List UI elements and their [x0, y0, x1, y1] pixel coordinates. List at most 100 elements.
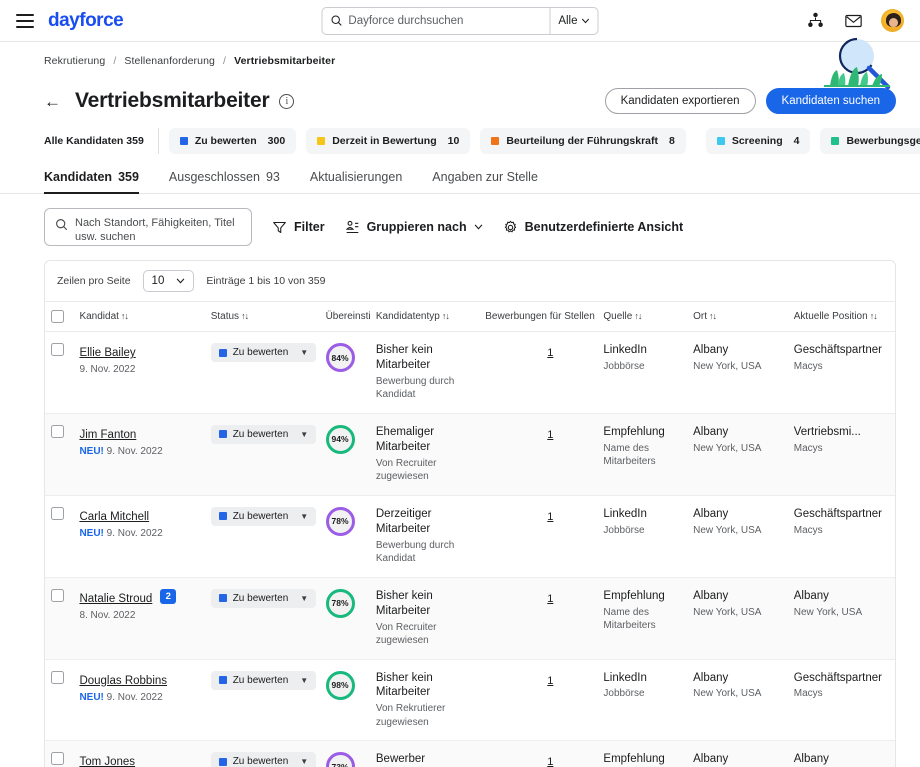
chevron-down-icon: ▼	[300, 594, 308, 603]
applications-count-link[interactable]: 1	[547, 511, 553, 523]
source-name: LinkedIn	[603, 507, 681, 522]
pipeline-stage-5[interactable]: Bewerbungsgespräch5	[820, 128, 920, 154]
current-employer: Macys	[794, 524, 889, 538]
row-checkbox[interactable]	[51, 425, 64, 438]
stage-color-swatch	[180, 137, 188, 145]
column-header-kandidat[interactable]: Kandidat↑↓	[73, 302, 204, 332]
rows-per-page-select[interactable]: 10	[143, 270, 195, 292]
breadcrumb-item-1[interactable]: Stellenanforderung	[124, 55, 215, 67]
table-header: Kandidat↑↓ Status↑↓ Übereinstimr Kandida…	[45, 302, 895, 332]
match-score-ring: 73%	[326, 752, 355, 767]
candidate-name-link[interactable]: Jim Fanton	[79, 429, 136, 441]
table-row[interactable]: Ellie Bailey9. Nov. 2022Zu bewerten▼84%B…	[45, 332, 895, 414]
status-color-swatch	[219, 758, 227, 766]
applications-count-link[interactable]: 1	[547, 593, 553, 605]
applications-count-link[interactable]: 1	[547, 675, 553, 687]
candidate-type-sub: Von Recruiter zugewiesen	[376, 621, 473, 648]
column-header-bewerbungen[interactable]: Bewerbungen für Stellen↑↓	[479, 302, 597, 332]
applications-count-link[interactable]: 1	[547, 429, 553, 441]
tab-kandidaten[interactable]: Kandidaten359	[44, 170, 139, 193]
table-row[interactable]: Tom Jones8. Nov. 2022Zu bewerten▼73%Bewe…	[45, 741, 895, 767]
candidate-name-link[interactable]: Tom Jones	[79, 756, 135, 767]
pipeline-stage-2[interactable]: Derzeit in Bewertung10	[306, 128, 470, 154]
column-label: Aktuelle Position	[794, 311, 868, 322]
location-search[interactable]: Nach Standort, Fähigkeiten, Titel usw. s…	[44, 208, 252, 246]
source-sub: Jobbörse	[603, 360, 681, 374]
tab-angaben-zur-stelle[interactable]: Angaben zur Stelle	[432, 170, 538, 193]
hamburger-menu-icon[interactable]	[16, 14, 34, 28]
status-dropdown[interactable]: Zu bewerten▼	[211, 425, 317, 444]
pipeline-stage-4[interactable]: Screening4	[706, 128, 811, 154]
tab-ausgeschlossen[interactable]: Ausgeschlossen93	[169, 170, 280, 193]
row-checkbox[interactable]	[51, 343, 64, 356]
pipeline-stage-3[interactable]: Beurteilung der Führungskraft8	[480, 128, 686, 154]
dayforce-logo[interactable]: dayforce	[48, 10, 123, 32]
candidate-name-link[interactable]: Carla Mitchell	[79, 511, 149, 523]
column-header-quelle[interactable]: Quelle↑↓	[597, 302, 687, 332]
entries-range-label: Einträge 1 bis 10 von 359	[206, 275, 325, 287]
location-city: Albany	[693, 752, 782, 767]
tab-aktualisierungen[interactable]: Aktualisierungen	[310, 170, 402, 193]
status-dropdown[interactable]: Zu bewerten▼	[211, 343, 317, 362]
match-score-cell: 73%	[320, 741, 370, 767]
pipeline-all-candidates[interactable]: Alle Kandidaten 359	[44, 128, 159, 154]
sort-icon: ↑↓	[442, 311, 449, 321]
location-region: New York, USA	[693, 687, 782, 701]
column-header-uebereinstimmung[interactable]: Übereinstimr	[320, 302, 370, 332]
status-dropdown[interactable]: Zu bewerten▼	[211, 507, 317, 526]
chevron-down-icon: ▼	[300, 430, 308, 439]
column-header-ort[interactable]: Ort↑↓	[687, 302, 788, 332]
pipeline-all-count: 359	[126, 135, 144, 147]
row-checkbox[interactable]	[51, 589, 64, 602]
select-all-checkbox[interactable]	[51, 310, 64, 323]
global-search-field[interactable]	[323, 8, 550, 34]
current-employer: Macys	[794, 360, 889, 374]
back-button[interactable]: ←	[44, 93, 61, 110]
applications-count-link[interactable]: 1	[547, 756, 553, 767]
breadcrumb-item-0[interactable]: Rekrutierung	[44, 55, 105, 67]
table-row[interactable]: Carla MitchellNEU! 9. Nov. 2022Zu bewert…	[45, 495, 895, 577]
candidate-name-link[interactable]: Natalie Stroud	[79, 593, 152, 605]
status-dropdown[interactable]: Zu bewerten▼	[211, 589, 317, 608]
applications-cell: 1	[479, 495, 597, 577]
column-header-status[interactable]: Status↑↓	[205, 302, 320, 332]
candidate-type: Bisher kein Mitarbeiter	[376, 589, 473, 619]
stage-color-swatch	[717, 137, 725, 145]
user-avatar[interactable]	[881, 9, 904, 32]
candidate-type-cell: Bisher kein MitarbeiterVon Rekrutierer z…	[370, 659, 479, 741]
global-search-input[interactable]	[348, 15, 541, 27]
search-scope-dropdown[interactable]: Alle	[549, 8, 597, 34]
column-label: Bewerbungen für Stellen	[485, 311, 595, 322]
table-row[interactable]: Natalie Stroud28. Nov. 2022Zu bewerten▼7…	[45, 577, 895, 659]
row-checkbox[interactable]	[51, 752, 64, 765]
candidate-name-link[interactable]: Ellie Bailey	[79, 347, 135, 359]
search-icon	[331, 14, 343, 27]
candidate-type: Ehemaliger Mitarbeiter	[376, 425, 473, 455]
filter-button[interactable]: Filter	[272, 220, 325, 235]
row-checkbox[interactable]	[51, 671, 64, 684]
applications-count-link[interactable]: 1	[547, 347, 553, 359]
info-icon[interactable]: i	[279, 94, 294, 109]
source-cell: EmpfehlungName des Mitarbeiters	[597, 741, 687, 767]
row-checkbox[interactable]	[51, 507, 64, 520]
status-dropdown[interactable]: Zu bewerten▼	[211, 752, 317, 767]
table-row[interactable]: Douglas RobbinsNEU! 9. Nov. 2022Zu bewer…	[45, 659, 895, 741]
org-chart-icon[interactable]	[805, 11, 825, 31]
applications-cell: 1	[479, 577, 597, 659]
mail-icon[interactable]	[843, 11, 863, 31]
status-dropdown[interactable]: Zu bewerten▼	[211, 671, 317, 690]
candidate-name-link[interactable]: Douglas Robbins	[79, 675, 167, 687]
export-candidates-button[interactable]: Kandidaten exportieren	[605, 88, 756, 114]
table-row[interactable]: Jim FantonNEU! 9. Nov. 2022Zu bewerten▼9…	[45, 413, 895, 495]
candidate-type-cell: Bisher kein MitarbeiterBewerbung durch K…	[370, 332, 479, 414]
column-header-aktuelle-position[interactable]: Aktuelle Position↑↓	[788, 302, 895, 332]
new-flag: NEU!	[79, 692, 103, 703]
custom-view-button[interactable]: Benutzerdefinierte Ansicht	[503, 220, 684, 235]
chevron-down-icon: ▼	[300, 676, 308, 685]
table-body: Ellie Bailey9. Nov. 2022Zu bewerten▼84%B…	[45, 332, 895, 767]
pipeline-stage-1[interactable]: Zu bewerten300	[169, 128, 296, 154]
location-region: New York, USA	[693, 442, 782, 456]
group-by-button[interactable]: Gruppieren nach	[345, 220, 483, 235]
source-name: LinkedIn	[603, 671, 681, 686]
column-header-kandidatentyp[interactable]: Kandidatentyp↑↓	[370, 302, 479, 332]
